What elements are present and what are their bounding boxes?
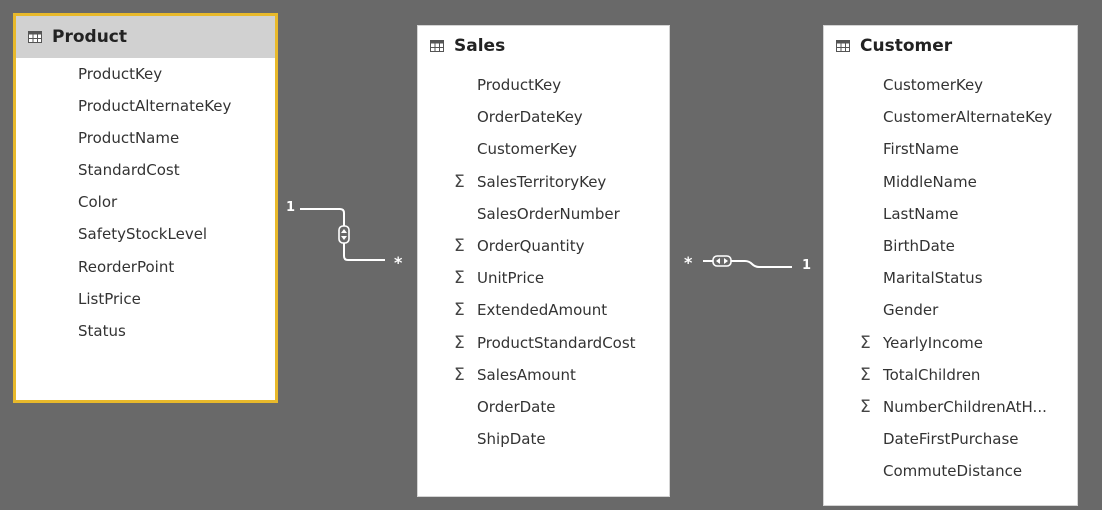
relationship-canvas (300, 208, 792, 268)
relationship-product-sales[interactable] (300, 208, 385, 261)
cardinality-many-sales-right: * (684, 253, 693, 272)
cardinality-one-customer: 1 (802, 258, 812, 273)
cardinality-one-product: 1 (286, 200, 296, 215)
cardinality-many-sales: * (394, 253, 403, 272)
bidirectional-filter-icon (338, 225, 350, 244)
bidirectional-filter-icon (712, 255, 732, 267)
relationship-sales-customer[interactable] (703, 255, 792, 268)
